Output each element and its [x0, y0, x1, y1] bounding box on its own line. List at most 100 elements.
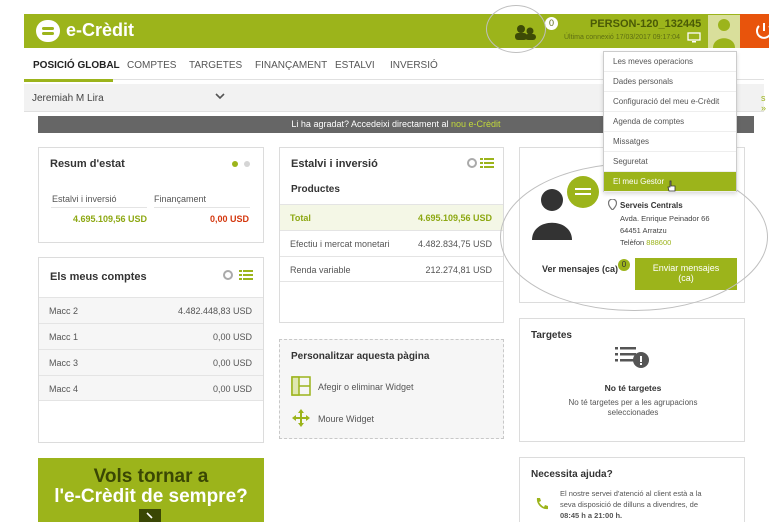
- menu-item-label: Missatges: [613, 137, 650, 146]
- account-name: Macc 3: [49, 358, 79, 368]
- account-balance: 0,00 USD: [212, 358, 252, 368]
- list-icon[interactable]: [480, 157, 494, 169]
- account-holder: Jeremiah M Lira: [32, 93, 104, 104]
- resum-col1-label: Estalvi i inversió: [52, 194, 117, 204]
- account-name: Macc 2: [49, 306, 79, 316]
- hand-cursor-icon: [667, 180, 676, 192]
- account-name: Macc 4: [49, 384, 79, 394]
- resum-col2-label: Finançament: [154, 194, 207, 204]
- carousel-dot-active[interactable]: [232, 161, 238, 167]
- estalvi-total-row[interactable]: Total 4.695.109,56 USD: [280, 204, 503, 230]
- divider: [51, 207, 147, 208]
- move-widget-link[interactable]: Moure Widget: [318, 414, 374, 424]
- carousel-dot[interactable]: [244, 161, 250, 167]
- resum-col1-value: 4.695.109,56 USD: [73, 214, 148, 224]
- move-icon[interactable]: [291, 408, 311, 428]
- personalitzar-card: Personalitzar aquesta pàgina Afegir o el…: [279, 339, 504, 439]
- account-row[interactable]: Macc 4 0,00 USD: [39, 375, 263, 401]
- menu-item-seguretat[interactable]: Seguretat: [604, 152, 736, 172]
- user-menu-dropdown: Les meves operacions Dades personals Con…: [603, 51, 737, 192]
- product-row[interactable]: Efectiu i mercat monetari 4.482.834,75 U…: [280, 230, 503, 256]
- ajuda-line2: seva disposició de dilluns a divendres, …: [560, 500, 698, 509]
- tab-targetes[interactable]: TARGETES: [189, 60, 242, 71]
- add-remove-widget-link[interactable]: Afegir o eliminar Widget: [318, 382, 414, 392]
- account-row[interactable]: Macc 1 0,00 USD: [39, 323, 263, 349]
- chevron-down-icon[interactable]: [215, 92, 225, 100]
- menu-item-label: Dades personals: [613, 77, 674, 86]
- menu-item-label: Configuració del meu e-Crèdit: [613, 97, 720, 106]
- estalvi-card: Estalvi i inversió Productes Total 4.695…: [279, 147, 504, 323]
- tab-comptes[interactable]: COMPTES: [127, 60, 176, 71]
- comptes-title: Els meus comptes: [50, 271, 147, 283]
- product-name: Renda variable: [290, 265, 351, 275]
- logout-button[interactable]: [740, 14, 769, 48]
- resum-card: Resum d'estat Estalvi i inversió Finança…: [38, 147, 264, 243]
- active-tab-indicator: [24, 79, 113, 82]
- resum-col2-value: 0,00 USD: [210, 214, 250, 224]
- product-value: 212.274,81 USD: [425, 265, 492, 275]
- list-icon[interactable]: [239, 269, 253, 281]
- product-value: 4.482.834,75 USD: [417, 239, 492, 249]
- menu-item-dades-personals[interactable]: Dades personals: [604, 72, 736, 92]
- account-row[interactable]: Macc 2 4.482.448,83 USD: [39, 297, 263, 323]
- comptes-card: Els meus comptes Macc 2 4.482.448,83 USD…: [38, 257, 264, 443]
- estalvi-title: Estalvi i inversió: [291, 158, 378, 170]
- brand-logo-icon[interactable]: [36, 20, 60, 42]
- promo-line1: Vols tornar a: [93, 466, 209, 487]
- targetes-card: Targetes No té targetes No té targetes p…: [519, 318, 745, 442]
- monitor-icon[interactable]: [687, 32, 701, 43]
- banner-text: Li ha agradat? Accedeixi directament al: [291, 119, 452, 129]
- user-name: PERSON-120_132445: [590, 18, 702, 30]
- ajuda-line3: 08:45 h a 21:00 h.: [560, 511, 623, 520]
- total-label: Total: [290, 213, 311, 223]
- account-balance: 4.482.448,83 USD: [177, 306, 252, 316]
- menu-item-label: El meu Gestor: [613, 177, 665, 186]
- no-cards-text1: No té targetes per a les agrupacions: [568, 398, 698, 407]
- no-cards-text2: seleccionades: [607, 408, 659, 417]
- total-value: 4.695.109,56 USD: [417, 213, 492, 223]
- notification-count-badge: 0: [545, 17, 558, 30]
- product-row[interactable]: Renda variable 212.274,81 USD: [280, 256, 503, 282]
- highlight-circle: [486, 5, 546, 53]
- account-balance: 0,00 USD: [212, 384, 252, 394]
- menu-item-agenda[interactable]: Agenda de comptes: [604, 112, 736, 132]
- menu-item-operacions[interactable]: Les meves operacions: [604, 52, 736, 72]
- power-icon: [756, 23, 769, 39]
- account-name: Macc 1: [49, 332, 79, 342]
- menu-item-label: Les meves operacions: [613, 57, 694, 66]
- menu-item-configuracio[interactable]: Configuració del meu e-Crèdit: [604, 92, 736, 112]
- ajuda-line1: El nostre servei d'atenció al client est…: [560, 489, 702, 498]
- tab-financament[interactable]: FINANÇAMENT: [255, 60, 327, 71]
- ajuda-title: Necessita ajuda?: [531, 469, 613, 480]
- banner-link[interactable]: nou e-Crèdit: [451, 119, 501, 129]
- account-balance: 0,00 USD: [212, 332, 252, 342]
- settings-icon[interactable]: [466, 157, 478, 169]
- user-avatar[interactable]: [708, 15, 740, 48]
- brand-name[interactable]: e-Crèdit: [66, 20, 134, 41]
- targetes-title: Targetes: [531, 330, 572, 341]
- phone-icon: [536, 498, 548, 510]
- menu-item-label: Seguretat: [613, 157, 648, 166]
- settings-icon[interactable]: [222, 269, 234, 281]
- promo-line2: l'e-Crèdit de sempre?: [54, 486, 248, 507]
- personalitzar-title: Personalitzar aquesta pàgina: [291, 351, 430, 362]
- tab-inversio[interactable]: INVERSIÓ: [390, 60, 438, 71]
- estalvi-subtitle: Productes: [291, 184, 340, 195]
- menu-item-label: Agenda de comptes: [613, 117, 685, 126]
- account-row[interactable]: Macc 3 0,00 USD: [39, 349, 263, 375]
- tab-posicio-global[interactable]: POSICIÓ GLOBAL: [33, 60, 120, 71]
- product-name: Efectiu i mercat monetari: [290, 239, 390, 249]
- widget-layout-icon[interactable]: [291, 376, 311, 396]
- tab-estalvi[interactable]: ESTALVI: [335, 60, 375, 71]
- last-connection: Última connexió 17/03/2017 09:17:04: [564, 34, 680, 41]
- promo-old-ecredit[interactable]: Vols tornar a l'e-Crèdit de sempre?: [38, 458, 264, 522]
- divider: [154, 207, 250, 208]
- more-link[interactable]: s »: [761, 93, 766, 113]
- promo-arrow-button[interactable]: [139, 509, 161, 522]
- app-window: e-Crèdit 0 PERSON-120_132445 Última conn…: [0, 0, 769, 522]
- menu-item-missatges[interactable]: Missatges: [604, 132, 736, 152]
- resum-title: Resum d'estat: [50, 158, 125, 170]
- top-header: e-Crèdit 0 PERSON-120_132445 Última conn…: [24, 14, 769, 48]
- ajuda-card: Necessita ajuda? El nostre servei d'aten…: [519, 457, 745, 522]
- no-cards-icon: [615, 347, 649, 368]
